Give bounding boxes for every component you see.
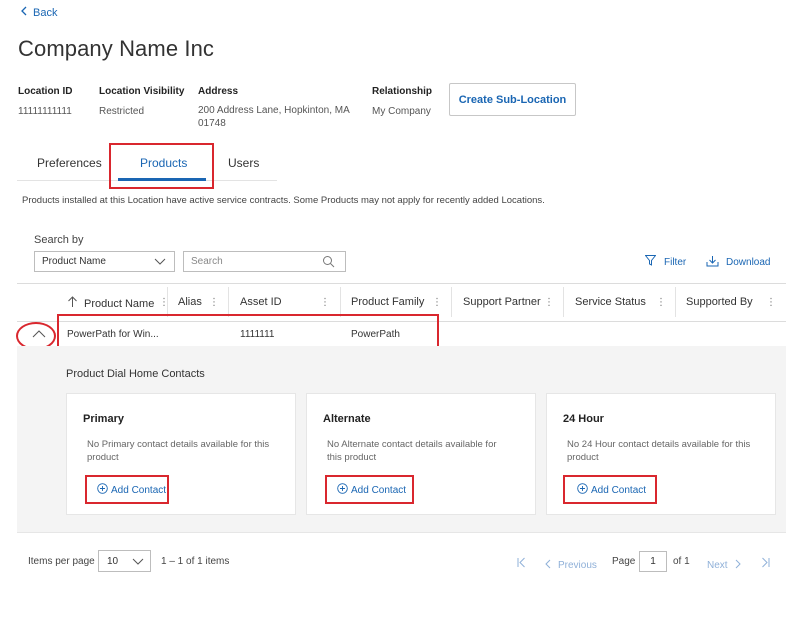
chevron-right-icon: [735, 556, 741, 574]
last-page-icon[interactable]: [761, 555, 770, 573]
search-by-label: Search by: [34, 234, 84, 246]
items-per-page-value: 10: [107, 555, 119, 567]
relationship-label: Relationship: [372, 86, 433, 97]
address-line2: 01748: [198, 118, 226, 129]
next-label: Next: [707, 559, 728, 571]
filter-label: Filter: [664, 256, 687, 268]
location-id-label: Location ID: [18, 86, 73, 97]
items-range-text: 1 – 1 of 1 items: [161, 556, 230, 567]
column-separator: [451, 287, 452, 317]
sort-up-arrow-icon: [67, 296, 78, 311]
column-menu-icon[interactable]: ⋮: [432, 297, 442, 308]
highlight-add-contact-alternate: [325, 475, 414, 504]
address-label: Address: [198, 86, 239, 97]
chevron-down-icon: [132, 555, 144, 570]
table-bottom-border: [17, 532, 786, 533]
column-header-alias[interactable]: Alias: [178, 296, 202, 308]
dial-home-contacts-title: Product Dial Home Contacts: [66, 368, 205, 380]
card-text-line2: product: [567, 452, 599, 463]
column-menu-icon[interactable]: ⋮: [544, 297, 554, 308]
download-button[interactable]: Download: [706, 255, 770, 270]
page-title: Company Name Inc: [18, 36, 215, 61]
first-page-icon[interactable]: [517, 555, 526, 573]
column-header-support-partner[interactable]: Support Partner: [463, 296, 541, 308]
card-text-line2: product: [87, 452, 119, 463]
address-line1: 200 Address Lane, Hopkinton, MA: [198, 105, 350, 116]
column-header-product-family[interactable]: Product Family: [351, 296, 424, 308]
column-separator: [167, 287, 168, 317]
column-label: Product Name: [84, 297, 155, 310]
previous-label: Previous: [558, 559, 597, 571]
column-menu-icon[interactable]: ⋮: [656, 297, 666, 308]
chevron-left-icon: [545, 556, 551, 574]
create-sublocation-button[interactable]: Create Sub-Location: [449, 83, 576, 116]
back-link[interactable]: Back: [20, 6, 57, 19]
column-menu-icon[interactable]: ⋮: [209, 297, 219, 308]
column-header-product-name[interactable]: Product Name: [67, 296, 154, 311]
card-title: 24 Hour: [563, 413, 604, 425]
filter-icon: [644, 255, 657, 269]
relationship-value: My Company: [372, 106, 431, 117]
tab-preferences[interactable]: Preferences: [37, 156, 102, 170]
column-menu-icon[interactable]: ⋮: [320, 297, 330, 308]
highlight-add-contact-primary: [85, 475, 169, 504]
items-per-page-label: Items per page: [28, 556, 95, 567]
visibility-label: Location Visibility: [99, 86, 185, 97]
filter-button[interactable]: Filter: [644, 255, 687, 269]
column-separator: [340, 287, 341, 317]
page-label: Page: [612, 556, 636, 567]
column-header-service-status[interactable]: Service Status: [575, 296, 646, 308]
visibility-value: Restricted: [99, 106, 145, 117]
page-of-label: of 1: [673, 556, 690, 567]
download-icon: [706, 255, 719, 270]
card-title: Primary: [83, 413, 124, 425]
page-number-input[interactable]: 1: [639, 551, 667, 572]
column-separator: [563, 287, 564, 317]
chevron-down-icon: [154, 255, 166, 270]
download-label: Download: [726, 257, 771, 268]
card-text-line1: No 24 Hour contact details available for…: [567, 439, 751, 450]
card-title: Alternate: [323, 413, 371, 425]
chevron-left-icon: [20, 6, 27, 19]
column-header-asset-id[interactable]: Asset ID: [240, 296, 282, 308]
search-field-value: Product Name: [42, 256, 106, 267]
products-description: Products installed at this Location have…: [22, 195, 545, 206]
highlight-products-tab: [109, 143, 214, 189]
search-placeholder: Search: [191, 256, 223, 267]
next-page-button[interactable]: Next: [707, 556, 741, 574]
back-label: Back: [33, 6, 58, 19]
highlight-add-contact-24-hour: [563, 475, 657, 504]
column-separator: [675, 287, 676, 317]
tab-users[interactable]: Users: [228, 156, 259, 170]
previous-page-button[interactable]: Previous: [545, 556, 597, 574]
card-text-line2: this product: [327, 452, 377, 463]
column-menu-icon[interactable]: ⋮: [766, 297, 776, 308]
items-per-page-select[interactable]: 10: [98, 550, 151, 572]
column-header-supported-by[interactable]: Supported By: [686, 296, 753, 308]
search-field-select[interactable]: Product Name: [34, 251, 175, 272]
card-text-line1: No Alternate contact details available f…: [327, 439, 497, 450]
card-text-line1: No Primary contact details available for…: [87, 439, 270, 450]
location-id-value: 11111111111: [18, 106, 72, 117]
table-header-top-border: [17, 283, 786, 284]
search-input[interactable]: Search: [183, 251, 346, 272]
column-separator: [228, 287, 229, 317]
search-icon: [322, 255, 335, 271]
